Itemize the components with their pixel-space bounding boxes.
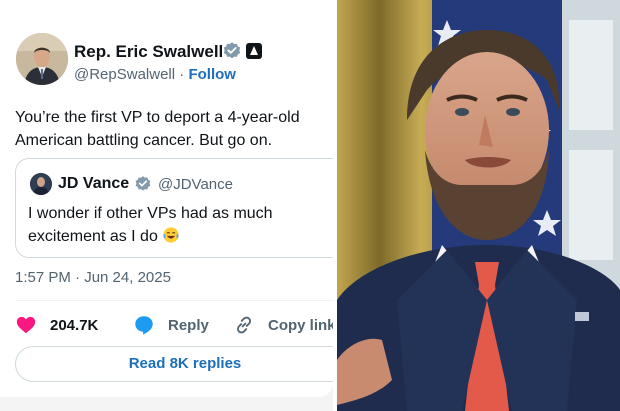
divider [15,300,333,301]
like-count: 204.7K [50,316,99,334]
handle-separator: · [179,66,185,83]
reply-label: Reply [168,316,209,334]
copy-link-label: Copy link [268,316,333,334]
link-icon [237,316,251,334]
verified-badge-icon [135,176,151,191]
quoted-tweet[interactable]: JD Vance @JDVance I wonder if other VPs … [15,158,333,258]
author-avatar[interactable] [16,33,68,85]
read-replies-button[interactable]: Read 8K replies [15,346,333,382]
verified-badge-icon [223,42,241,59]
quoted-tweet-body: I wonder if other VPs had as much excite… [28,205,273,245]
heart-icon [16,316,36,334]
laughing-crying-emoji-icon [163,227,179,243]
quoted-author-handle[interactable]: @JDVance [158,176,233,193]
tweet-actions: 204.7K Reply Copy link [15,312,333,338]
author-name[interactable]: Rep. Eric Swalwell [74,42,223,62]
tweet-text: You’re the first VP to deport a 4-year-o… [15,109,300,149]
tweet-panel: Rep. Eric Swalwell @RepSwalwell · Follow… [0,0,333,411]
government-badge-icon [246,43,262,59]
quoted-tweet-text: I wonder if other VPs had as much excite… [28,202,328,248]
reply-bubble-icon [135,316,153,335]
like-button[interactable]: 204.7K [15,312,98,338]
portrait-photo-image [337,0,620,411]
author-handle[interactable]: @RepSwalwell [74,66,175,83]
copy-link-button[interactable]: Copy link [233,312,333,338]
follow-button[interactable]: Follow [188,66,236,83]
reply-button[interactable]: Reply [133,312,209,338]
tweet-card[interactable]: Rep. Eric Swalwell @RepSwalwell · Follow… [0,0,333,397]
author-handle-line: @RepSwalwell · Follow [74,66,236,83]
portrait-photo [337,0,620,411]
tweet-timestamp[interactable]: 1:57 PM · Jun 24, 2025 [15,269,171,286]
quoted-author-avatar[interactable] [30,173,52,195]
quoted-author-name[interactable]: JD Vance [58,175,129,193]
